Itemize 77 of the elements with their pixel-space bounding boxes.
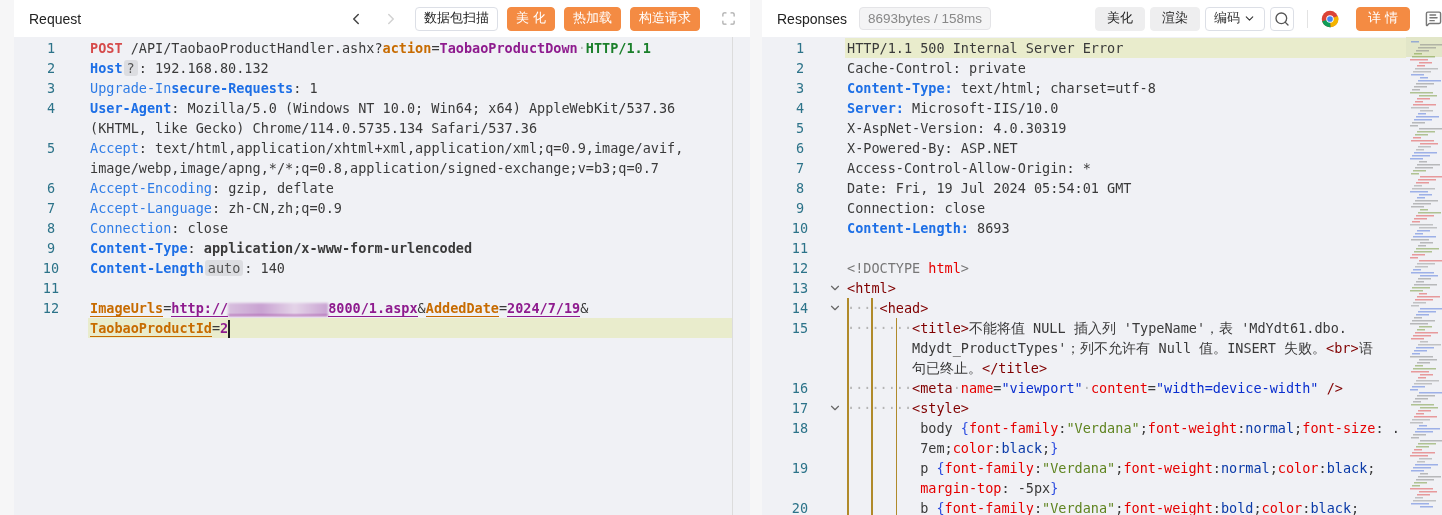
search-button[interactable]: [1270, 6, 1294, 31]
line-number: 10: [790, 219, 810, 238]
line-number: 12: [790, 259, 810, 278]
text-cursor: [228, 320, 231, 338]
line-number: 9: [794, 199, 806, 218]
line-number: 8: [794, 179, 806, 198]
line-number: 14: [790, 299, 810, 318]
code-line: 句已终止。</title>: [912, 360, 1048, 376]
code-line: Connection: close: [847, 200, 986, 216]
code-line: Upgrade-Insecure-Requests: 1: [90, 80, 318, 96]
code-line: Accept-Language: zh-CN,zh;q=0.9: [90, 200, 342, 216]
encoding-dropdown[interactable]: 编码: [1205, 6, 1265, 31]
panel-title: Responses: [777, 10, 848, 27]
code-line: Content-Type: application/x-www-form-urlencoded: [90, 240, 473, 256]
code-line: <!DOCTYPE html>: [847, 260, 969, 276]
code-line: body {font-family:"Verdana";font-weight:normal;font-size: .: [919, 420, 1400, 436]
code-line: (KHTML, like Gecko) Chrome/114.0.5735.134 Safari/537.36: [90, 120, 538, 136]
hint-badge: ?: [123, 60, 138, 76]
toolbar-button[interactable]: 数据包扫描: [415, 6, 498, 31]
code-line: Content-Length auto : 140: [90, 260, 285, 276]
code-line: Accept: text/html,application/xhtml+xml,application/xml;q=0.9,image/avif,: [90, 140, 684, 156]
search-icon: [1274, 10, 1290, 27]
line-number: 5: [45, 139, 57, 158]
response-stats: 8693bytes / 158ms: [859, 7, 992, 30]
code-line: image/webp,image/apng,*/*;q=0.8,application/signed-exchange;v=b3;q=0.7: [90, 160, 659, 176]
code-line: margin-top: -5px}: [920, 480, 1059, 496]
line-number: 3: [45, 79, 57, 98]
line-number: 16: [790, 379, 810, 398]
line-number: 2: [45, 59, 57, 78]
line-number: 11: [790, 239, 810, 258]
code-line: TaobaoProductId=2: [90, 320, 229, 337]
line-number: 19: [790, 459, 810, 478]
line-number: 6: [794, 139, 806, 158]
code-line: X-AspNet-Version: 4.0.30319: [847, 120, 1067, 136]
line-number: 3: [794, 79, 806, 98]
toolbar-button[interactable]: 美化: [1095, 6, 1145, 31]
chrome-browser-icon[interactable]: [1321, 9, 1339, 28]
code-line: X-Powered-By: ASP.NET: [847, 140, 1018, 156]
line-number: 1: [45, 39, 57, 58]
code-line: Host ? : 192.168.80.132: [90, 60, 269, 76]
code-line: Cache-Control: private: [847, 60, 1026, 76]
line-number: 2: [794, 59, 806, 78]
code-line: Date: Fri, 19 Jul 2024 05:54:01 GMT: [847, 180, 1132, 196]
code-line: User-Agent: Mozilla/5.0 (Windows NT 10.0; Win64; x64) AppleWebKit/537.36: [90, 100, 677, 116]
line-number: 20: [790, 499, 810, 515]
line-number: 13: [790, 279, 810, 298]
line-number: 8: [45, 219, 57, 238]
code-line: Access-Control-Allow-Origin: *: [847, 160, 1091, 176]
panel-title: Request: [29, 10, 82, 27]
line-number: 1: [794, 39, 806, 58]
code-line: Server: Microsoft-IIS/10.0: [847, 100, 1059, 116]
line-number: 4: [794, 99, 806, 118]
code-line: Content-Type: text/html; charset=utf-8: [847, 80, 1156, 96]
code-line: 7em;color:black;}: [920, 440, 1059, 456]
line-number: 15: [790, 319, 810, 338]
line-number: 9: [45, 239, 57, 258]
line-number: 4: [45, 99, 57, 118]
code-line: Connection: close: [90, 220, 229, 236]
code-line: HTTP/1.1 500 Internal Server Error: [847, 40, 1124, 56]
code-line: <html>: [847, 280, 896, 296]
hint-badge: auto: [204, 260, 244, 276]
code-line: ImageUrls=http:// 8000/1.aspx&AddedDate=2024/7/19&: [90, 300, 589, 316]
code-line: POST /API/TaobaoProductHandler.ashx?action=TaobaoProductDown·HTTP/1.1: [90, 40, 651, 56]
line-number: 12: [41, 299, 61, 318]
code-line: Mdydt_ProductTypes'；列不允许有 Null 值。INSERT 失败。<br>语: [912, 340, 1373, 356]
code-line: Content-Length: 8693: [847, 220, 1010, 236]
toolbar-button[interactable]: 渲染: [1150, 6, 1200, 31]
line-number: 10: [41, 259, 61, 278]
line-number: 5: [794, 119, 806, 138]
line-number: 18: [790, 419, 810, 438]
line-number: 17: [790, 399, 810, 418]
line-number: 11: [41, 279, 61, 298]
code-line: p {font-family:"Verdana";font-weight:normal;color:black;: [919, 460, 1376, 476]
line-number: 7: [794, 159, 806, 178]
line-number: 7: [45, 199, 57, 218]
line-number: 6: [45, 179, 57, 198]
code-line: Accept-Encoding: gzip, deflate: [90, 180, 334, 196]
